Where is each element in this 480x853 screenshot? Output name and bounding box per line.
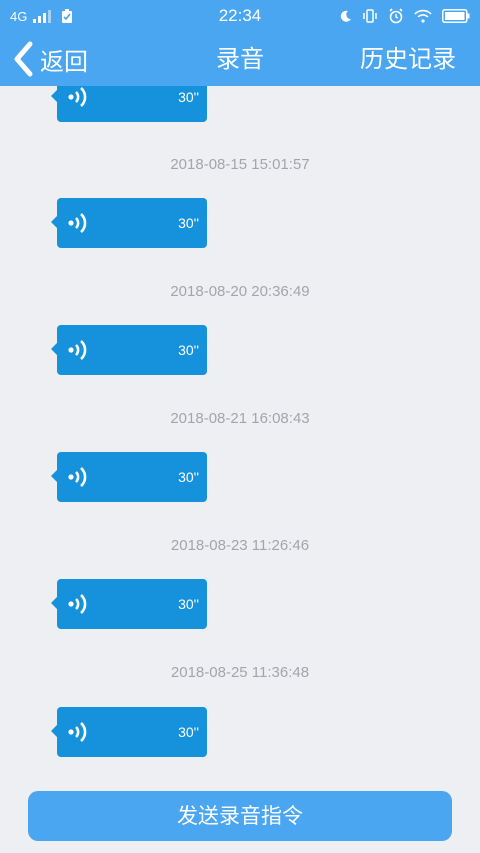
alarm-icon bbox=[389, 8, 403, 24]
network-type: 4G bbox=[10, 8, 28, 24]
back-button[interactable]: 返回 bbox=[12, 32, 88, 86]
chevron-left-icon bbox=[14, 41, 33, 77]
back-label: 返回 bbox=[40, 47, 88, 76]
voice-duration: 30'' bbox=[178, 215, 199, 231]
message-list[interactable]: 30'' 2018-08-15 15:01:57 30'' 2018-08-20… bbox=[0, 86, 480, 776]
signal-icon bbox=[33, 10, 52, 23]
send-recording-command-button[interactable]: 发送录音指令 bbox=[28, 791, 452, 841]
sound-wave-icon bbox=[68, 87, 87, 107]
wifi-icon bbox=[414, 9, 432, 23]
voice-message-bubble[interactable]: 30'' bbox=[51, 86, 207, 122]
vibrate-icon bbox=[363, 9, 377, 23]
status-time: 22:34 bbox=[218, 6, 262, 25]
status-right bbox=[310, 8, 470, 24]
voice-duration: 30'' bbox=[178, 342, 199, 358]
voice-duration: 30'' bbox=[178, 469, 199, 485]
clipboard-check-icon bbox=[62, 8, 73, 23]
sound-wave-icon bbox=[68, 467, 87, 487]
moon-icon bbox=[340, 10, 351, 22]
message-timestamp: 2018-08-23 11:26:46 bbox=[170, 537, 310, 554]
status-left: 4G bbox=[10, 8, 170, 24]
status-bar: 4G 22:34 bbox=[0, 0, 480, 32]
voice-message-bubble[interactable]: 30'' bbox=[51, 198, 207, 248]
message-timestamp: 2018-08-15 15:01:57 bbox=[170, 156, 310, 173]
battery-icon bbox=[442, 9, 470, 23]
sound-wave-icon bbox=[68, 594, 87, 614]
message-timestamp: 2018-08-25 11:36:48 bbox=[170, 664, 310, 681]
voice-message-bubble[interactable]: 30'' bbox=[51, 325, 207, 375]
voice-message-bubble[interactable]: 30'' bbox=[51, 452, 207, 502]
sound-wave-icon bbox=[68, 340, 87, 360]
history-button[interactable]: 历史记录 bbox=[360, 32, 456, 86]
message-timestamp: 2018-08-21 16:08:43 bbox=[170, 410, 310, 427]
sound-wave-icon bbox=[68, 213, 87, 233]
voice-message-bubble[interactable]: 30'' bbox=[51, 707, 207, 757]
nav-bar: 返回 录音 历史记录 bbox=[0, 32, 480, 86]
voice-message-bubble[interactable]: 30'' bbox=[51, 579, 207, 629]
sound-wave-icon bbox=[68, 722, 87, 742]
message-timestamp: 2018-08-20 20:36:49 bbox=[170, 283, 310, 300]
voice-duration: 30'' bbox=[178, 724, 199, 740]
voice-duration: 30'' bbox=[178, 596, 199, 612]
voice-duration: 30'' bbox=[178, 89, 199, 105]
